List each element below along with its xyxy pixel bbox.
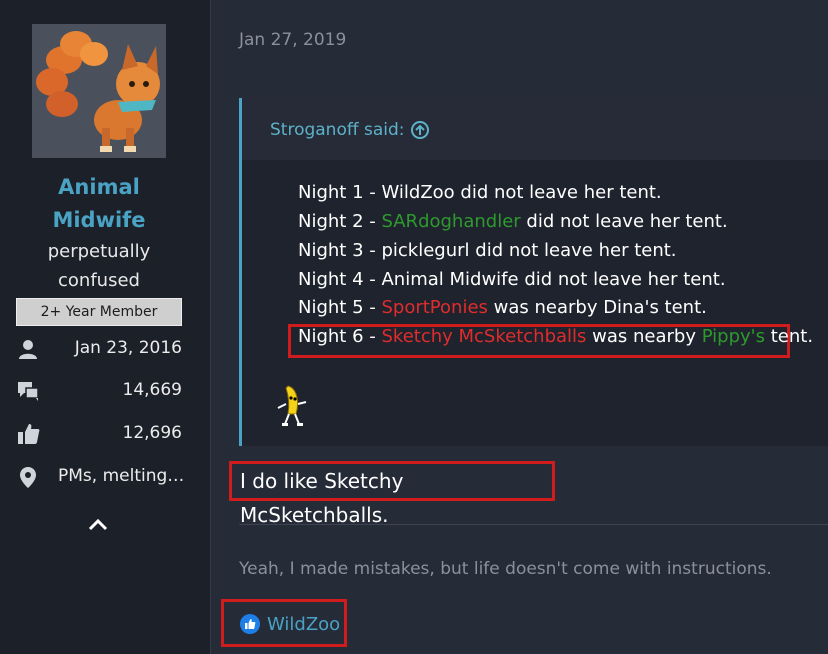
night-suffix: did not leave her tent. <box>469 240 677 261</box>
night-line-5: Night 5 - SportPonies was nearby Dina's … <box>298 297 707 318</box>
collapse-button[interactable] <box>85 512 111 538</box>
night-suffix: did not leave her tent. <box>520 211 728 232</box>
quote-header: Stroganoff said: <box>242 98 828 160</box>
reaction-user-link[interactable]: WildZoo <box>267 614 340 635</box>
post-body-text: I do like Sketchy McSketchballs. <box>229 461 555 527</box>
player-name: SportPonies <box>381 297 488 318</box>
stat-messages: 14,669 <box>0 376 210 406</box>
night-prefix: Night 4 - <box>298 269 382 290</box>
night-line-2: Night 2 - SARdoghandler did not leave he… <box>298 211 728 232</box>
night-line-1: Night 1 - WildZoo did not leave her tent… <box>298 182 662 203</box>
user-sidebar: Animal Midwife perpetually confused 2+ Y… <box>0 0 211 654</box>
night-line-3: Night 3 - picklegurl did not leave her t… <box>298 240 677 261</box>
signature-text: Yeah, I made mistakes, but life doesn't … <box>239 559 772 579</box>
stat-reactions: 12,696 <box>0 419 210 449</box>
thumbs-up-icon <box>16 422 40 446</box>
arrow-up-circle-icon[interactable] <box>410 120 430 140</box>
joined-date: Jan 23, 2016 <box>74 338 182 358</box>
night-line-6: Night 6 - Sketchy McSketchballs was near… <box>298 326 813 347</box>
stat-location: PMs, melting… <box>0 462 210 492</box>
user-title-line2: confused <box>58 270 140 291</box>
avatar[interactable] <box>32 24 166 158</box>
location[interactable]: PMs, melting… <box>58 466 184 486</box>
like-icon <box>240 614 260 634</box>
person-icon <box>16 337 40 361</box>
night-line-4: Night 4 - Animal Midwife did not leave h… <box>298 269 726 290</box>
dancing-banana-emoji <box>274 382 310 430</box>
reaction-score: 12,696 <box>122 423 182 443</box>
post-date[interactable]: Jan 27, 2019 <box>239 30 346 50</box>
player-name: Sketchy McSketchballs <box>381 326 587 347</box>
player-name: picklegurl <box>381 240 470 261</box>
night-middle: was nearby <box>586 326 702 347</box>
map-pin-icon <box>16 465 40 489</box>
night-suffix: did not leave her tent. <box>518 269 726 290</box>
user-title-line1: perpetually <box>47 241 151 262</box>
chevron-up-icon <box>85 518 111 542</box>
night-prefix: Night 1 - <box>298 182 382 203</box>
username-line2[interactable]: Midwife <box>0 204 198 237</box>
night-prefix: Night 6 - <box>298 326 382 347</box>
night-suffix: was nearby Dina's tent. <box>487 297 707 318</box>
post-content: Jan 27, 2019 Stroganoff said: Night 1 - … <box>211 0 828 654</box>
username-line1[interactable]: Animal <box>0 171 198 204</box>
quote-author[interactable]: Stroganoff said: <box>270 120 405 140</box>
player-name: Animal Midwife <box>381 269 519 290</box>
chat-bubbles-icon <box>16 379 40 403</box>
night-prefix: Night 3 - <box>298 240 382 261</box>
player-name: WildZoo <box>381 182 455 203</box>
night-prefix: Night 2 - <box>298 211 382 232</box>
player-name: SARdoghandler <box>381 211 521 232</box>
reaction-bar[interactable]: WildZoo <box>221 599 347 647</box>
signature-divider <box>239 524 828 525</box>
stat-joined: Jan 23, 2016 <box>0 334 210 364</box>
night-prefix: Night 5 - <box>298 297 382 318</box>
quote-block: Stroganoff said: Night 1 - WildZoo did n… <box>239 98 828 446</box>
message-count: 14,669 <box>122 380 182 400</box>
night-suffix: did not leave her tent. <box>454 182 662 203</box>
target-name: Pippy's <box>701 326 766 347</box>
member-badge: 2+ Year Member <box>16 298 182 326</box>
night-suffix: tent. <box>765 326 814 347</box>
